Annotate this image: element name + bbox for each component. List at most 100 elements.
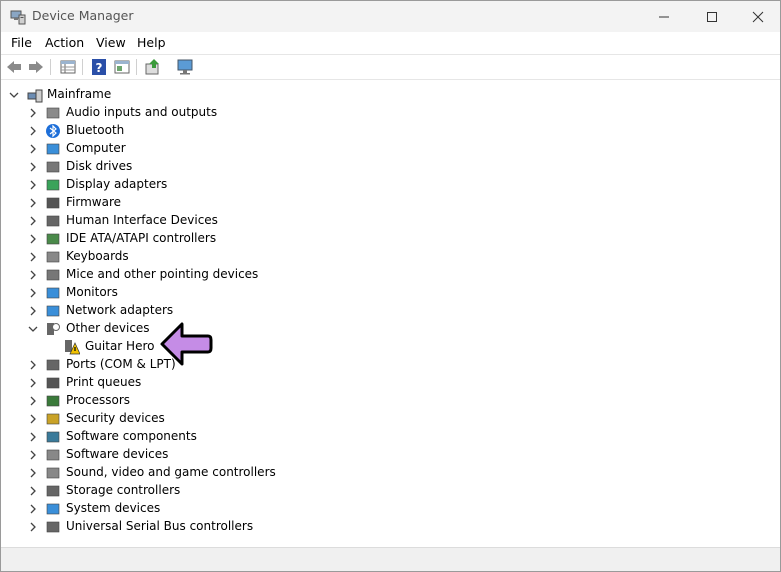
chevron-right-icon[interactable] bbox=[28, 162, 38, 172]
tree-category-row[interactable]: Disk drives bbox=[1, 158, 780, 176]
network-adapter-icon bbox=[46, 305, 60, 317]
chevron-right-icon[interactable] bbox=[28, 144, 38, 154]
keyboard-icon bbox=[46, 251, 60, 263]
close-button[interactable] bbox=[735, 1, 780, 32]
tree-category-row[interactable]: Monitors bbox=[1, 284, 780, 302]
tree-category-label: Monitors bbox=[66, 285, 118, 299]
menu-view[interactable]: View bbox=[96, 35, 126, 50]
tree-root-label: Mainframe bbox=[47, 87, 112, 101]
tree-category-label: Disk drives bbox=[66, 159, 133, 173]
device-manager-app-icon bbox=[10, 10, 26, 25]
display-adapter-icon bbox=[46, 179, 60, 191]
tree-category-label: Print queues bbox=[66, 375, 142, 389]
chevron-down-icon[interactable] bbox=[9, 90, 19, 100]
tree-category-row[interactable]: Security devices bbox=[1, 410, 780, 428]
chevron-right-icon[interactable] bbox=[28, 522, 38, 532]
tree-root-mainframe[interactable]: Mainframe bbox=[1, 86, 780, 104]
menu-bar: File Action View Help bbox=[1, 32, 780, 55]
storage-controller-icon bbox=[46, 485, 60, 497]
chevron-right-icon[interactable] bbox=[28, 180, 38, 190]
menu-file[interactable]: File bbox=[11, 35, 32, 50]
software-component-icon bbox=[46, 431, 60, 443]
chevron-right-icon[interactable] bbox=[28, 288, 38, 298]
chevron-right-icon[interactable] bbox=[28, 108, 38, 118]
chevron-right-icon[interactable] bbox=[28, 360, 38, 370]
mouse-icon bbox=[46, 269, 60, 281]
toolbar-separator bbox=[82, 59, 83, 75]
tree-category-row[interactable]: Firmware bbox=[1, 194, 780, 212]
tree-category-label: Audio inputs and outputs bbox=[66, 105, 218, 119]
chevron-right-icon[interactable] bbox=[28, 306, 38, 316]
ide-controller-icon bbox=[46, 233, 60, 245]
tree-device-row[interactable]: Guitar Hero bbox=[1, 338, 780, 356]
tree-category-label: Firmware bbox=[66, 195, 121, 209]
tree-category-label: Keyboards bbox=[66, 249, 129, 263]
usb-icon bbox=[46, 521, 60, 533]
tree-category-row[interactable]: IDE ATA/ATAPI controllers bbox=[1, 230, 780, 248]
tree-category-label: Sound, video and game controllers bbox=[66, 465, 276, 479]
tree-category-row[interactable]: Display adapters bbox=[1, 176, 780, 194]
tree-category-row[interactable]: Ports (COM & LPT) bbox=[1, 356, 780, 374]
tree-category-row[interactable]: Sound, video and game controllers bbox=[1, 464, 780, 482]
tree-category-row[interactable]: Network adapters bbox=[1, 302, 780, 320]
toolbar: ? bbox=[1, 55, 780, 80]
minimize-icon bbox=[659, 16, 669, 18]
scan-hardware-icon[interactable] bbox=[144, 58, 162, 76]
tree-category-row[interactable]: Other devices bbox=[1, 320, 780, 338]
chevron-right-icon[interactable] bbox=[28, 504, 38, 514]
chevron-right-icon[interactable] bbox=[28, 414, 38, 424]
chevron-right-icon[interactable] bbox=[28, 126, 38, 136]
properties-grid-icon[interactable] bbox=[59, 58, 77, 76]
tree-category-row[interactable]: Bluetooth bbox=[1, 122, 780, 140]
chevron-right-icon[interactable] bbox=[28, 468, 38, 478]
chevron-right-icon[interactable] bbox=[28, 252, 38, 262]
chevron-right-icon[interactable] bbox=[28, 396, 38, 406]
tree-category-row[interactable]: Audio inputs and outputs bbox=[1, 104, 780, 122]
computer-monitor-icon bbox=[46, 143, 60, 155]
chevron-right-icon[interactable] bbox=[28, 198, 38, 208]
tree-category-row[interactable]: Print queues bbox=[1, 374, 780, 392]
tree-category-row[interactable]: Storage controllers bbox=[1, 482, 780, 500]
help-question-icon[interactable]: ? bbox=[90, 58, 108, 76]
chevron-right-icon[interactable] bbox=[28, 486, 38, 496]
chevron-right-icon[interactable] bbox=[28, 270, 38, 280]
maximize-button[interactable] bbox=[689, 1, 735, 32]
menu-help[interactable]: Help bbox=[137, 35, 166, 50]
back-arrow-icon[interactable] bbox=[5, 58, 23, 76]
toolbar-separator bbox=[136, 59, 137, 75]
tree-category-row[interactable]: Universal Serial Bus controllers bbox=[1, 518, 780, 536]
hid-icon bbox=[46, 215, 60, 227]
minimize-button[interactable] bbox=[641, 1, 687, 32]
forward-arrow-icon[interactable] bbox=[27, 58, 45, 76]
tree-category-label: Storage controllers bbox=[66, 483, 181, 497]
title-bar: Device Manager bbox=[1, 1, 780, 32]
tree-category-row[interactable]: Keyboards bbox=[1, 248, 780, 266]
maximize-icon bbox=[707, 12, 717, 22]
chevron-right-icon[interactable] bbox=[28, 432, 38, 442]
tree-category-row[interactable]: Human Interface Devices bbox=[1, 212, 780, 230]
tree-category-label: Universal Serial Bus controllers bbox=[66, 519, 254, 533]
show-hidden-icon[interactable] bbox=[113, 58, 131, 76]
warning-device-icon bbox=[65, 340, 80, 355]
tree-category-row[interactable]: Processors bbox=[1, 392, 780, 410]
tree-category-label: Bluetooth bbox=[66, 123, 125, 137]
disk-drive-icon bbox=[46, 161, 60, 173]
tree-category-label: Other devices bbox=[66, 321, 150, 335]
chevron-right-icon[interactable] bbox=[28, 450, 38, 460]
chevron-right-icon[interactable] bbox=[28, 216, 38, 226]
tree-category-row[interactable]: Software components bbox=[1, 428, 780, 446]
processor-icon bbox=[46, 395, 60, 407]
tree-category-row[interactable]: Mice and other pointing devices bbox=[1, 266, 780, 284]
tree-category-row[interactable]: Computer bbox=[1, 140, 780, 158]
tree-category-label: System devices bbox=[66, 501, 161, 515]
tree-category-label: Human Interface Devices bbox=[66, 213, 218, 227]
tree-category-row[interactable]: Software devices bbox=[1, 446, 780, 464]
chevron-right-icon[interactable] bbox=[28, 234, 38, 244]
chevron-right-icon[interactable] bbox=[28, 378, 38, 388]
sound-controller-icon bbox=[46, 467, 60, 479]
monitor-network-icon[interactable] bbox=[176, 58, 194, 76]
menu-action[interactable]: Action bbox=[45, 35, 84, 50]
chevron-down-icon[interactable] bbox=[28, 324, 38, 334]
port-icon bbox=[46, 359, 60, 371]
tree-category-row[interactable]: System devices bbox=[1, 500, 780, 518]
